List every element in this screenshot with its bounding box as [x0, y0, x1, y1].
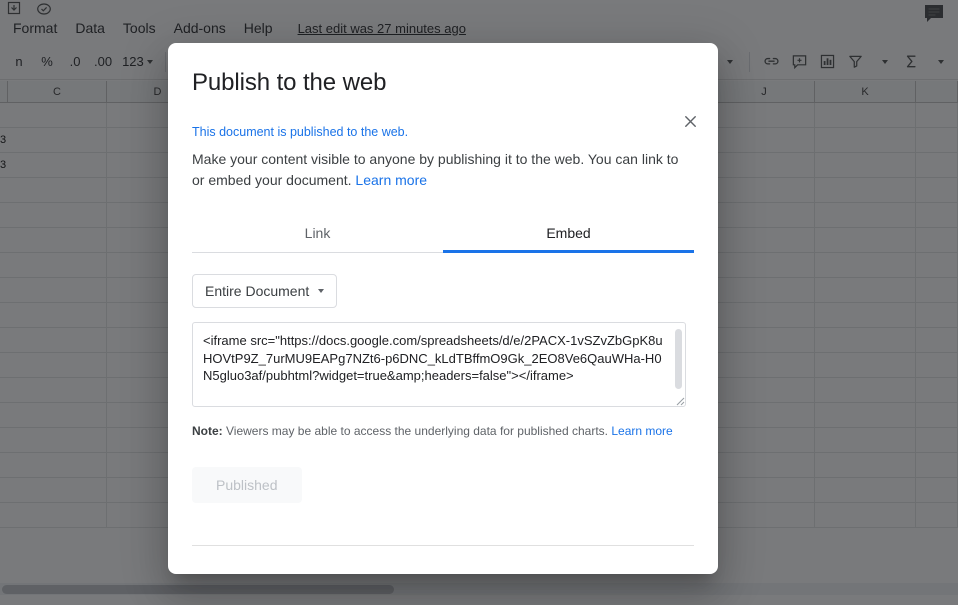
scope-select[interactable]: Entire Document [192, 274, 338, 308]
dialog-divider [192, 545, 694, 546]
dialog-tabs: Link Embed [192, 213, 694, 253]
note-label: Note: [192, 424, 223, 438]
dialog-description: Make your content visible to anyone by p… [192, 149, 687, 191]
publish-status-text: This document is published to the web. [192, 125, 409, 139]
tab-embed[interactable]: Embed [443, 213, 694, 253]
dialog-description-text: Make your content visible to anyone by p… [192, 151, 679, 188]
resize-grip-icon[interactable] [671, 392, 685, 406]
publish-to-web-dialog: Publish to the web This document is publ… [168, 43, 718, 574]
tab-link[interactable]: Link [192, 213, 443, 252]
embed-code-input[interactable] [201, 330, 665, 402]
page-title: Publish to the web [192, 69, 387, 96]
learn-more-link[interactable]: Learn more [355, 172, 427, 188]
scope-select-value: Entire Document [205, 283, 310, 299]
note-text: Note: Viewers may be able to access the … [192, 423, 694, 439]
publish-button[interactable]: Published [192, 467, 302, 503]
close-icon[interactable] [676, 107, 704, 135]
chevron-down-icon [318, 289, 325, 293]
note-learn-more-link[interactable]: Learn more [611, 424, 672, 438]
note-body: Viewers may be able to access the underl… [222, 424, 612, 438]
published-content-expander-label: Published content and settings [212, 572, 403, 574]
embed-code-scrollbar[interactable] [675, 329, 682, 389]
published-content-expander[interactable]: Published content and settings [192, 572, 694, 574]
embed-code-box[interactable] [192, 322, 686, 407]
